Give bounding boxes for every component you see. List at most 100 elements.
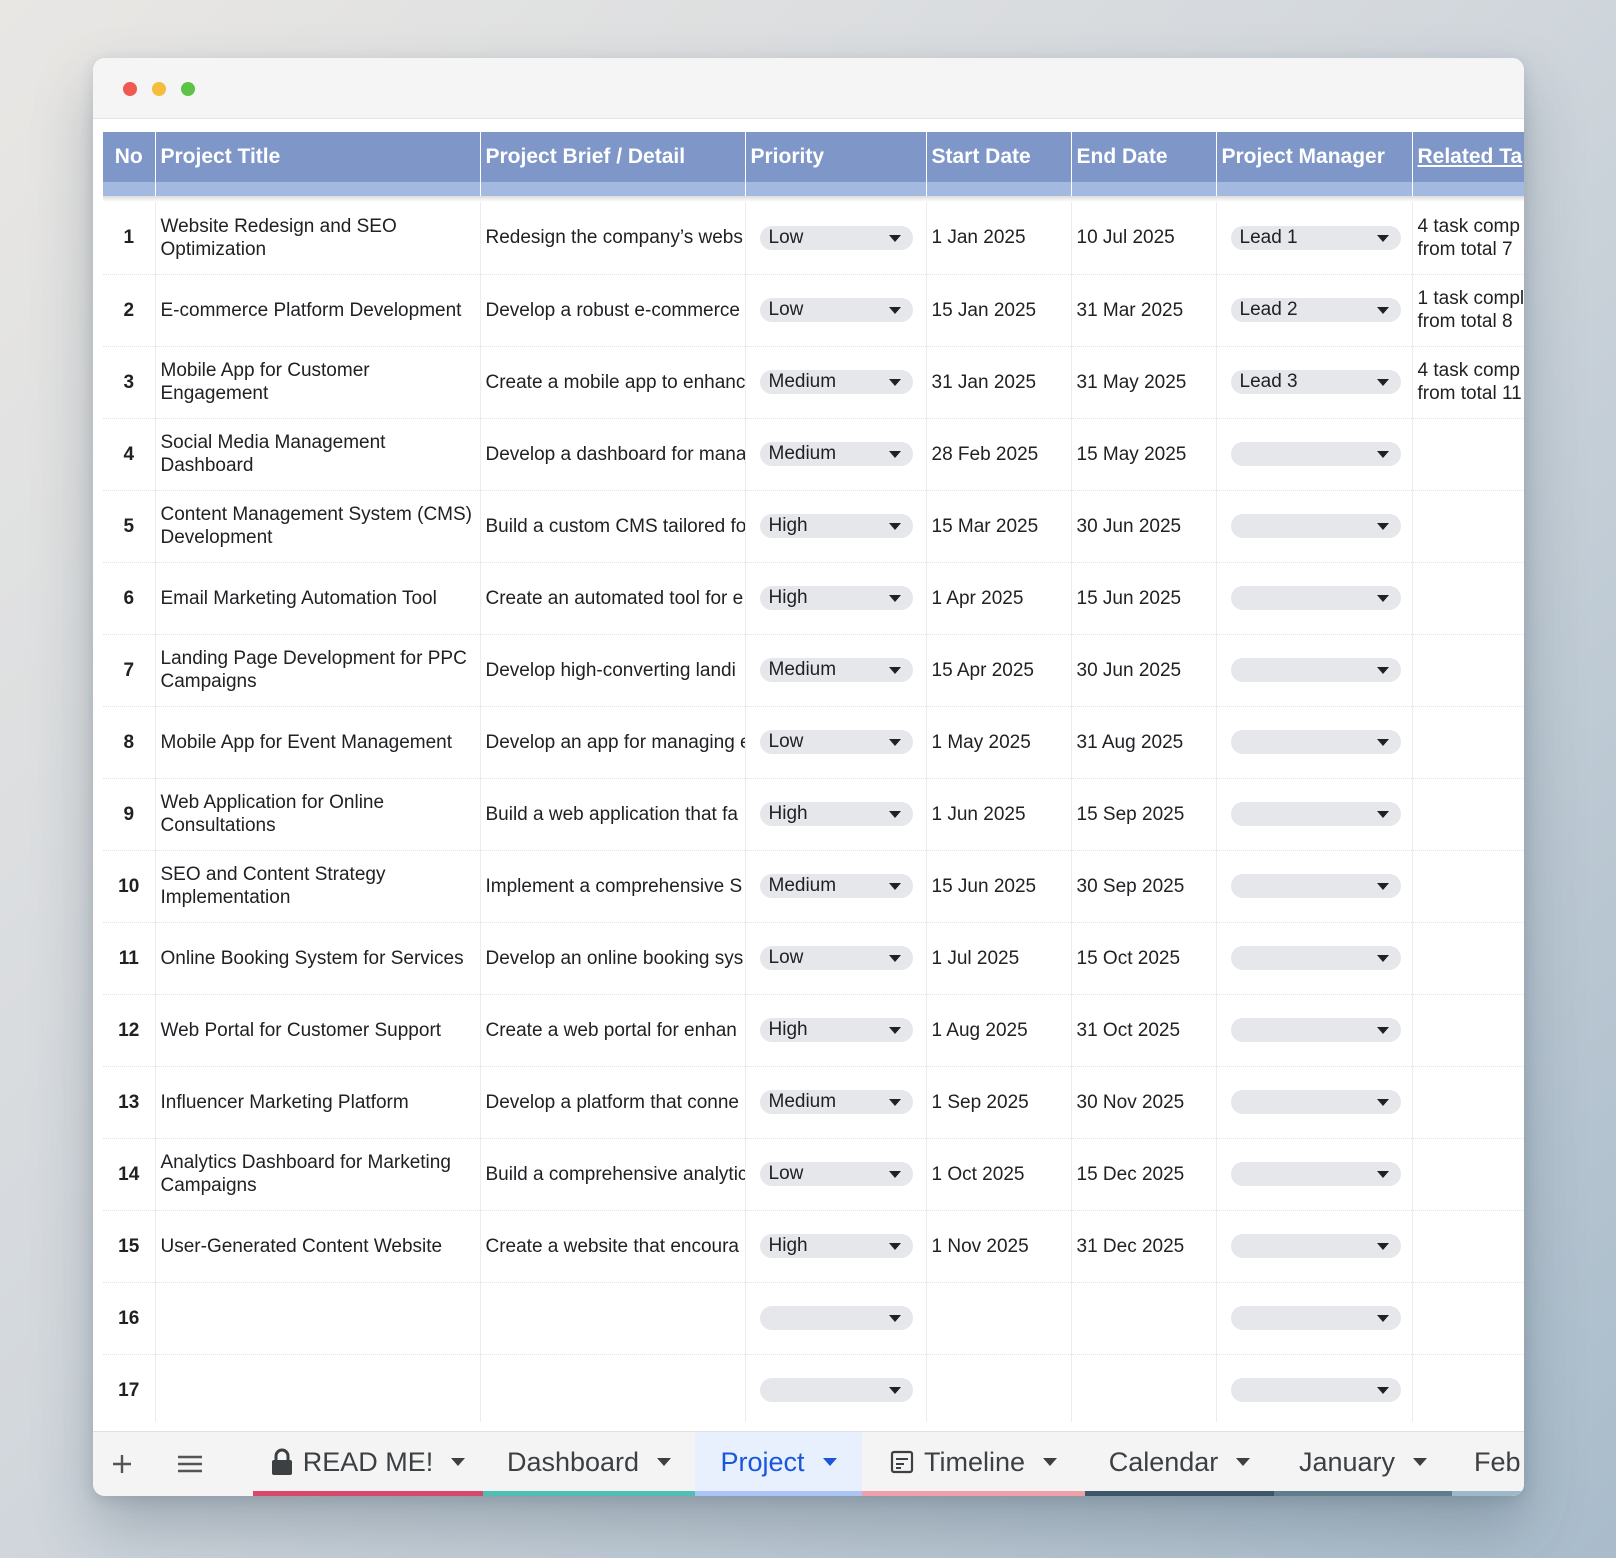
priority-cell[interactable]: Medium (745, 418, 927, 491)
manager-dropdown[interactable]: Lead 1 (1230, 225, 1401, 250)
end-date-cell[interactable]: 30 Nov 2025 (1071, 1066, 1217, 1139)
manager-dropdown[interactable] (1230, 658, 1401, 682)
project-title-cell[interactable]: Web Portal for Customer Support (155, 994, 481, 1067)
manager-dropdown[interactable] (1230, 802, 1401, 826)
start-date-cell[interactable]: 28 Feb 2025 (926, 418, 1072, 491)
manager-dropdown[interactable] (1230, 946, 1401, 970)
priority-dropdown[interactable]: Medium (759, 874, 913, 898)
end-date-cell[interactable]: 30 Jun 2025 (1071, 634, 1217, 707)
project-brief-cell[interactable]: Build a comprehensive analytic (480, 1138, 746, 1211)
add-sheet-button[interactable] (107, 1432, 137, 1496)
end-date-cell[interactable]: 15 Oct 2025 (1071, 922, 1217, 995)
project-title-cell[interactable]: User-Generated Content Website (155, 1210, 481, 1283)
related-tasks-cell[interactable]: 4 task comp from total 11 (1412, 346, 1524, 419)
manager-dropdown[interactable] (1230, 874, 1401, 898)
sheet-tab-january[interactable]: January (1274, 1432, 1452, 1496)
header-no[interactable]: No (103, 132, 156, 182)
manager-dropdown[interactable]: Lead 3 (1230, 370, 1401, 394)
priority-dropdown[interactable]: High (759, 1234, 913, 1258)
sheet-tab-dashboard[interactable]: Dashboard (483, 1432, 695, 1496)
project-brief-cell[interactable] (480, 1354, 746, 1422)
project-brief-cell[interactable]: Develop high-converting landi (480, 634, 746, 707)
end-date-cell[interactable]: 30 Sep 2025 (1071, 850, 1217, 923)
priority-cell[interactable]: Low (745, 202, 927, 275)
priority-cell[interactable]: High (745, 1210, 927, 1283)
project-brief-cell[interactable]: Develop an online booking sys (480, 922, 746, 995)
header-related-tasks[interactable]: Related Ta (1412, 132, 1524, 182)
manager-cell[interactable] (1216, 922, 1413, 995)
project-title-cell[interactable]: E-commerce Platform Development (155, 274, 481, 347)
manager-cell[interactable] (1216, 562, 1413, 635)
manager-cell[interactable] (1216, 418, 1413, 491)
priority-dropdown[interactable]: Medium (759, 1090, 913, 1114)
project-brief-cell[interactable]: Develop a platform that conne (480, 1066, 746, 1139)
close-window-button[interactable] (123, 82, 137, 96)
project-title-cell[interactable] (155, 1354, 481, 1422)
project-title-cell[interactable]: SEO and Content Strategy Implementation (155, 850, 481, 923)
priority-cell[interactable]: Low (745, 922, 927, 995)
related-tasks-cell[interactable] (1412, 1138, 1524, 1211)
chevron-down-icon[interactable] (451, 1458, 466, 1466)
manager-dropdown[interactable] (1230, 442, 1401, 466)
header-project-brief[interactable]: Project Brief / Detail (480, 132, 746, 182)
related-tasks-cell[interactable] (1412, 994, 1524, 1067)
manager-cell[interactable] (1216, 1066, 1413, 1139)
manager-cell[interactable] (1216, 850, 1413, 923)
start-date-cell[interactable]: 15 Mar 2025 (926, 490, 1072, 563)
manager-dropdown[interactable] (1230, 514, 1401, 538)
priority-dropdown[interactable]: Low (759, 730, 913, 754)
manager-cell[interactable]: Lead 3 (1216, 346, 1413, 419)
project-brief-cell[interactable]: Create a web portal for enhan (480, 994, 746, 1067)
project-brief-cell[interactable] (480, 1282, 746, 1355)
priority-dropdown[interactable]: Low (759, 225, 913, 250)
project-title-cell[interactable] (155, 1282, 481, 1355)
manager-dropdown[interactable] (1230, 1090, 1401, 1114)
priority-cell[interactable] (745, 1354, 927, 1422)
project-brief-cell[interactable]: Create an automated tool for e (480, 562, 746, 635)
related-tasks-cell[interactable]: 1 task compl from total 8 (1412, 274, 1524, 347)
project-title-cell[interactable]: Web Application for Online Consultations (155, 778, 481, 851)
project-title-cell[interactable]: Content Management System (CMS) Developm… (155, 490, 481, 563)
sheet-tab-feb[interactable]: Feb (1452, 1432, 1524, 1496)
priority-cell[interactable]: Medium (745, 1066, 927, 1139)
sheet-tab-read-me[interactable]: READ ME! (253, 1432, 483, 1496)
priority-cell[interactable]: Low (745, 1138, 927, 1211)
start-date-cell[interactable] (926, 1282, 1072, 1355)
start-date-cell[interactable]: 15 Jun 2025 (926, 850, 1072, 923)
project-brief-cell[interactable]: Redesign the company’s webs (480, 202, 746, 275)
start-date-cell[interactable]: 31 Jan 2025 (926, 346, 1072, 419)
manager-dropdown[interactable] (1230, 586, 1401, 610)
related-tasks-cell[interactable] (1412, 1282, 1524, 1355)
project-title-cell[interactable]: Influencer Marketing Platform (155, 1066, 481, 1139)
start-date-cell[interactable]: 1 Apr 2025 (926, 562, 1072, 635)
related-tasks-cell[interactable] (1412, 490, 1524, 563)
manager-dropdown[interactable] (1230, 1306, 1401, 1330)
priority-cell[interactable]: High (745, 994, 927, 1067)
project-title-cell[interactable]: Landing Page Development for PPC Campaig… (155, 634, 481, 707)
project-title-cell[interactable]: Mobile App for Customer Engagement (155, 346, 481, 419)
priority-cell[interactable]: Medium (745, 634, 927, 707)
manager-cell[interactable] (1216, 994, 1413, 1067)
end-date-cell[interactable]: 15 Sep 2025 (1071, 778, 1217, 851)
header-start-date[interactable]: Start Date (926, 132, 1072, 182)
priority-cell[interactable]: High (745, 562, 927, 635)
start-date-cell[interactable]: 1 Sep 2025 (926, 1066, 1072, 1139)
related-tasks-cell[interactable] (1412, 634, 1524, 707)
priority-cell[interactable]: Medium (745, 850, 927, 923)
chevron-down-icon[interactable] (1043, 1458, 1058, 1466)
manager-cell[interactable] (1216, 1282, 1413, 1355)
related-tasks-cell[interactable]: 4 task comp from total 7 (1412, 202, 1524, 275)
project-title-cell[interactable]: Mobile App for Event Management (155, 706, 481, 779)
sheet-tab-project[interactable]: Project (695, 1432, 862, 1496)
manager-cell[interactable]: Lead 1 (1216, 202, 1413, 275)
end-date-cell[interactable]: 31 Dec 2025 (1071, 1210, 1217, 1283)
priority-dropdown[interactable]: Low (759, 946, 913, 970)
all-sheets-button[interactable] (173, 1432, 207, 1496)
priority-cell[interactable]: High (745, 490, 927, 563)
end-date-cell[interactable] (1071, 1282, 1217, 1355)
related-tasks-cell[interactable] (1412, 778, 1524, 851)
manager-dropdown[interactable] (1230, 730, 1401, 754)
end-date-cell[interactable]: 31 Oct 2025 (1071, 994, 1217, 1067)
related-tasks-cell[interactable] (1412, 418, 1524, 491)
priority-dropdown[interactable]: Low (759, 1162, 913, 1186)
